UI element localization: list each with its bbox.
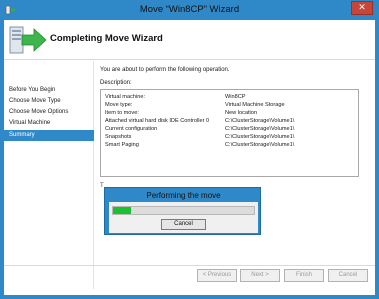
next-button[interactable]: Next >: [240, 269, 280, 282]
summary-description-box[interactable]: Virtual machine: Win8CP Move type: Virtu…: [100, 89, 359, 177]
summary-value: New location: [225, 110, 258, 116]
sidebar-item-before-you-begin[interactable]: Before You Begin: [4, 85, 94, 96]
close-icon[interactable]: ✕: [351, 1, 373, 15]
summary-row: Item to move: New location: [105, 109, 355, 117]
description-label: Description:: [100, 80, 132, 86]
cancel-button[interactable]: Cancel: [328, 269, 368, 282]
summary-value: C:\ClusterStorage\Volume1\: [225, 118, 295, 124]
summary-row: Virtual machine: Win8CP: [105, 93, 355, 101]
summary-key: Current configuration: [105, 126, 158, 132]
title-bar[interactable]: Move “Win8CP” Wizard ✕: [0, 0, 379, 22]
sidebar-item-summary[interactable]: Summary: [4, 130, 94, 141]
sidebar-item-virtual-machine[interactable]: Virtual Machine: [4, 118, 94, 129]
previous-button[interactable]: < Previous: [197, 269, 237, 282]
summary-key: Attached virtual hard disk IDE Controlle…: [105, 118, 210, 124]
progress-cancel-button[interactable]: Cancel: [161, 219, 206, 230]
summary-row: Move type: Virtual Machine Storage: [105, 101, 355, 109]
summary-value: Win8CP: [225, 94, 246, 100]
progress-dialog-body: Cancel: [109, 202, 258, 233]
sidebar-item-choose-move-options[interactable]: Choose Move Options: [4, 107, 94, 118]
summary-key: Smart Paging: [105, 142, 139, 148]
wizard-window: Move “Win8CP” Wizard ✕ Completing Move W…: [0, 0, 379, 299]
summary-value: C:\ClusterStorage\Volume1\: [225, 134, 295, 140]
footer-divider: [4, 265, 375, 266]
sidebar-item-choose-move-type[interactable]: Choose Move Type: [4, 96, 94, 107]
wizard-header-icon: [9, 26, 47, 54]
progress-dialog: Performing the move Cancel: [104, 187, 261, 235]
wizard-client-area: Completing Move Wizard Before You Begin …: [4, 20, 375, 295]
summary-row: Smart Paging C:\ClusterStorage\Volume1\: [105, 141, 355, 149]
summary-row: Snapshots C:\ClusterStorage\Volume1\: [105, 133, 355, 141]
summary-value: Virtual Machine Storage: [225, 102, 285, 108]
summary-key: Item to move:: [105, 110, 139, 116]
summary-row: Current configuration C:\ClusterStorage\…: [105, 125, 355, 133]
progress-bar-fill: [113, 207, 131, 214]
summary-value: C:\ClusterStorage\Volume1\: [225, 126, 295, 132]
window-title: Move “Win8CP” Wizard: [139, 4, 240, 15]
progress-title: Performing the move: [146, 191, 221, 200]
wizard-steps-sidebar: Before You Begin Choose Move Type Choose…: [4, 61, 94, 289]
wizard-header: Completing Move Wizard: [4, 20, 375, 60]
summary-value: C:\ClusterStorage\Volume1\: [225, 142, 295, 148]
intro-text: You are about to perform the following o…: [100, 67, 230, 73]
progress-bar: [112, 206, 255, 215]
summary-key: Move type:: [105, 102, 133, 108]
summary-key: Virtual machine:: [105, 94, 146, 100]
summary-key: Snapshots: [105, 134, 132, 140]
page-title: Completing Move Wizard: [50, 33, 163, 44]
finish-button[interactable]: Finish: [284, 269, 324, 282]
summary-row: Attached virtual hard disk IDE Controlle…: [105, 117, 355, 125]
